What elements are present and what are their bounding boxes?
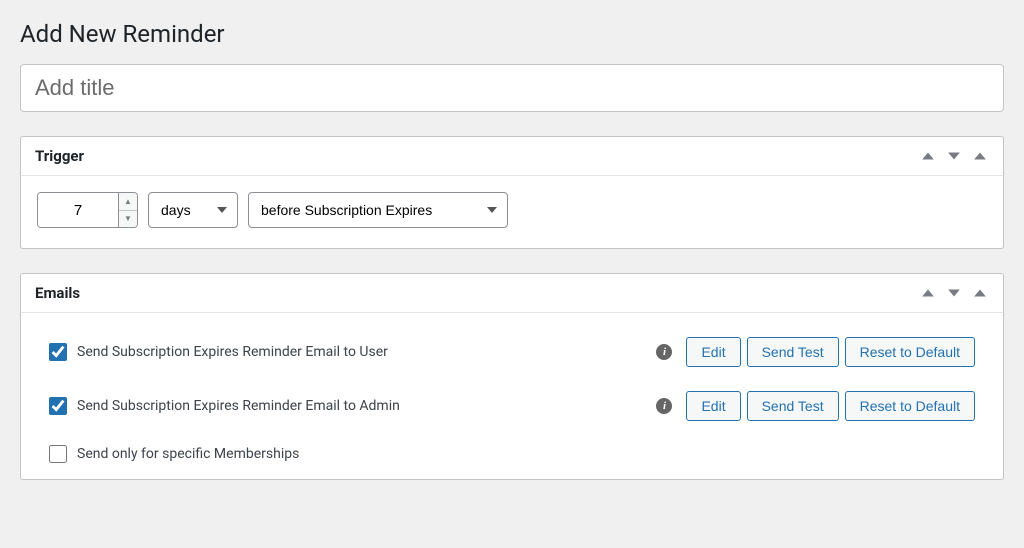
amount-decrement-button[interactable]: ▼ bbox=[119, 211, 137, 228]
move-up-icon[interactable] bbox=[919, 147, 937, 165]
trigger-unit-select[interactable]: days bbox=[148, 192, 238, 228]
move-up-icon[interactable] bbox=[919, 284, 937, 302]
trigger-amount-wrapper: ▲ ▼ bbox=[37, 192, 138, 228]
admin-send-test-button[interactable]: Send Test bbox=[747, 391, 839, 421]
email-row-user: Send Subscription Expires Reminder Email… bbox=[49, 337, 975, 367]
reminder-title-input[interactable] bbox=[20, 64, 1004, 112]
specific-memberships-row: Send only for specific Memberships bbox=[49, 445, 975, 463]
emails-metabox: Emails Send Subscription Expires Reminde… bbox=[20, 273, 1004, 480]
toggle-panel-icon[interactable] bbox=[971, 147, 989, 165]
trigger-body: ▲ ▼ days before Subscription Expires bbox=[21, 176, 1003, 248]
trigger-metabox: Trigger ▲ ▼ days before Subscription Exp… bbox=[20, 136, 1004, 249]
user-edit-button[interactable]: Edit bbox=[686, 337, 740, 367]
emails-title: Emails bbox=[35, 284, 80, 302]
trigger-title: Trigger bbox=[35, 147, 84, 165]
email-row-admin: Send Subscription Expires Reminder Email… bbox=[49, 391, 975, 421]
metabox-order-controls bbox=[919, 147, 989, 165]
toggle-panel-icon[interactable] bbox=[971, 284, 989, 302]
admin-email-checkbox[interactable] bbox=[49, 397, 67, 415]
move-down-icon[interactable] bbox=[945, 284, 963, 302]
trigger-event-select[interactable]: before Subscription Expires bbox=[248, 192, 508, 228]
metabox-order-controls bbox=[919, 284, 989, 302]
info-icon[interactable]: i bbox=[656, 398, 672, 414]
user-send-test-button[interactable]: Send Test bbox=[747, 337, 839, 367]
move-down-icon[interactable] bbox=[945, 147, 963, 165]
amount-spinner: ▲ ▼ bbox=[118, 193, 137, 227]
amount-increment-button[interactable]: ▲ bbox=[119, 193, 137, 211]
specific-memberships-checkbox[interactable] bbox=[49, 445, 67, 463]
admin-email-label: Send Subscription Expires Reminder Email… bbox=[77, 398, 400, 414]
emails-body: Send Subscription Expires Reminder Email… bbox=[21, 313, 1003, 479]
specific-memberships-label: Send only for specific Memberships bbox=[77, 446, 299, 462]
user-email-checkbox[interactable] bbox=[49, 343, 67, 361]
info-icon[interactable]: i bbox=[656, 344, 672, 360]
admin-edit-button[interactable]: Edit bbox=[686, 391, 740, 421]
admin-reset-button[interactable]: Reset to Default bbox=[845, 391, 975, 421]
trigger-amount-input[interactable] bbox=[38, 193, 118, 227]
page-heading: Add New Reminder bbox=[20, 20, 1004, 48]
emails-header: Emails bbox=[21, 274, 1003, 313]
user-reset-button[interactable]: Reset to Default bbox=[845, 337, 975, 367]
user-email-label: Send Subscription Expires Reminder Email… bbox=[77, 344, 388, 360]
trigger-header: Trigger bbox=[21, 137, 1003, 176]
